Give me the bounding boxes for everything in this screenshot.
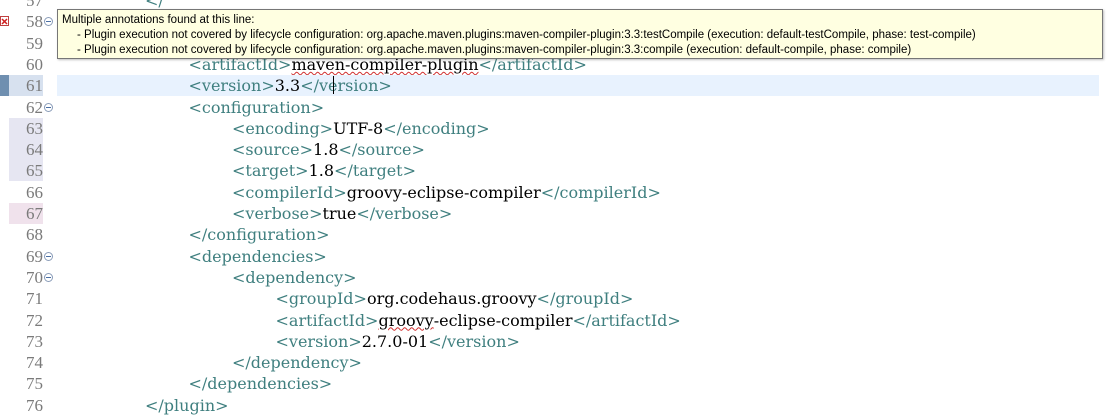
code-text[interactable]: <source>1.8</source>: [232, 139, 425, 160]
xml-tag: </groupId>: [536, 289, 634, 309]
tooltip-item-test-compile: - Plugin execution not covered by lifecy…: [77, 29, 976, 41]
line-number: 66: [26, 182, 43, 202]
code-text[interactable]: <configuration>: [189, 97, 325, 118]
line-number: 68: [26, 225, 43, 245]
line-number: 61: [9, 75, 43, 97]
code-text[interactable]: <version>2.7.0-01</version>: [276, 331, 520, 352]
line-number: 76: [26, 395, 43, 415]
vertical-scrollbar[interactable]: [1099, 63, 1114, 412]
tooltip-item-compile: - Plugin execution not covered by lifecy…: [77, 44, 912, 56]
code-text[interactable]: <version>3.3</version>: [189, 75, 392, 96]
xml-text: UTF-8: [333, 118, 384, 138]
xml-tag: <target>: [232, 161, 309, 181]
line-number: 73: [26, 331, 43, 351]
code-text[interactable]: <dependencies>: [189, 246, 327, 267]
xml-tag: <dependency>: [232, 267, 357, 287]
line-number: 69: [26, 246, 43, 266]
code-line[interactable]: 67 <verbose>true</verbose>: [0, 203, 1114, 224]
code-line[interactable]: 73 <version>2.7.0-01</version>: [0, 331, 1114, 352]
code-line[interactable]: 75 </dependencies>: [0, 373, 1114, 394]
code-text[interactable]: <dependency>: [232, 267, 357, 288]
code-text[interactable]: <artifactId>groovy-eclipse-compiler</art…: [276, 310, 681, 331]
xml-editor[interactable]: 57 </58 59 60 <artifactId>maven-compiler-plu…: [0, 0, 1114, 415]
code-text[interactable]: <encoding>UTF-8</encoding>: [232, 118, 490, 139]
xml-tag: </target>: [334, 161, 416, 181]
code-line[interactable]: 70 <dependency>: [0, 267, 1114, 288]
xml-tag: <source>: [232, 140, 314, 160]
xml-tag: </dependency>: [232, 353, 362, 373]
line-number: 72: [26, 310, 43, 330]
code-line[interactable]: 61 <version>3.3</version>: [0, 75, 1114, 97]
code-text[interactable]: </dependency>: [232, 352, 362, 373]
code-line[interactable]: 69 <dependencies>: [0, 246, 1114, 267]
fold-toggle-icon[interactable]: [44, 272, 53, 282]
xml-tag: <encoding>: [232, 118, 334, 138]
xml-tag: </configuration>: [188, 225, 330, 245]
tooltip-heading: Multiple annotations found at this line:: [62, 14, 255, 26]
xml-text: -eclipse-compiler: [433, 310, 573, 330]
line-number: 60: [26, 54, 43, 74]
code-line[interactable]: 63 <encoding>UTF-8</encoding>: [0, 117, 1114, 139]
code-line[interactable]: 71 <groupId>org.codehaus.groovy</groupId>: [0, 288, 1114, 309]
code-text[interactable]: </configuration>: [189, 224, 330, 245]
line-number: 59: [26, 33, 43, 53]
line-number: 74: [26, 353, 43, 373]
xml-tag: </verbose>: [356, 204, 453, 223]
xml-tag: <artifactId>: [275, 310, 379, 330]
line-number: 57: [26, 0, 43, 10]
line-number: 64: [9, 139, 43, 161]
xml-tag: <compilerId>: [232, 182, 347, 202]
xml-tag: </version>: [300, 76, 392, 96]
fold-toggle-icon[interactable]: [44, 102, 53, 112]
annotation-tooltip: Multiple annotations found at this line:…: [57, 9, 1103, 59]
xml-tag: </source>: [338, 140, 425, 160]
xml-text: 1.8: [308, 161, 335, 181]
xml-tag: <groupId>: [275, 289, 367, 309]
xml-text: 1.8: [313, 140, 339, 160]
code-line[interactable]: 72 <artifactId>groovy-eclipse-compiler</a…: [0, 310, 1114, 331]
xml-text: true: [322, 204, 357, 223]
xml-text: org.codehaus.groovy: [366, 289, 537, 309]
xml-tag: <version>: [188, 76, 275, 96]
code-text[interactable]: <compilerId>groovy-eclipse-compiler</com…: [232, 182, 661, 203]
xml-text: groovy-eclipse-compiler: [346, 182, 541, 202]
xml-text: 2.7.0-01: [361, 331, 429, 351]
code-text[interactable]: </dependencies>: [189, 373, 333, 394]
fold-toggle-icon[interactable]: [44, 251, 53, 261]
xml-text: 3.3: [274, 76, 301, 96]
text-caret: [333, 76, 334, 95]
xml-tag: </version>: [428, 331, 520, 351]
xml-text: groovy: [378, 310, 434, 330]
code-line[interactable]: 65 <target>1.8</target>: [0, 160, 1114, 182]
line-number: 67: [9, 203, 43, 224]
line-number: 63: [9, 117, 43, 139]
line-number: 62: [26, 97, 43, 117]
code-line[interactable]: 62 <configuration>: [0, 97, 1114, 118]
code-line[interactable]: 74 </dependency>: [0, 352, 1114, 373]
code-line[interactable]: 64 <source>1.8</source>: [0, 139, 1114, 161]
xml-tag: <configuration>: [188, 97, 325, 117]
code-text[interactable]: <target>1.8</target>: [232, 160, 416, 181]
code-text[interactable]: </plugin>: [145, 395, 229, 416]
code-text[interactable]: <groupId>org.codehaus.groovy</groupId>: [276, 288, 634, 309]
xml-tag: </compilerId>: [540, 182, 661, 202]
xml-tag: <version>: [275, 331, 362, 351]
code-line[interactable]: 76 </plugin>: [0, 395, 1114, 416]
line-number: 58: [26, 12, 43, 32]
xml-tag: <verbose>: [232, 204, 323, 223]
change-marker: [0, 75, 9, 97]
fold-toggle-icon[interactable]: [44, 17, 53, 27]
xml-tag: <dependencies>: [188, 246, 327, 266]
line-number: 71: [26, 289, 43, 309]
code-line[interactable]: 68 </configuration>: [0, 224, 1114, 245]
xml-tag: </artifactId>: [572, 310, 681, 330]
xml-tag: </encoding>: [383, 118, 490, 138]
line-number: 75: [26, 374, 43, 394]
line-number: 65: [9, 160, 43, 182]
line-number: 70: [26, 267, 43, 287]
code-line[interactable]: 66 <compilerId>groovy-eclipse-compiler</c…: [0, 182, 1114, 203]
xml-tag: </dependencies>: [188, 374, 333, 394]
code-text[interactable]: <verbose>true</verbose>: [232, 203, 452, 224]
